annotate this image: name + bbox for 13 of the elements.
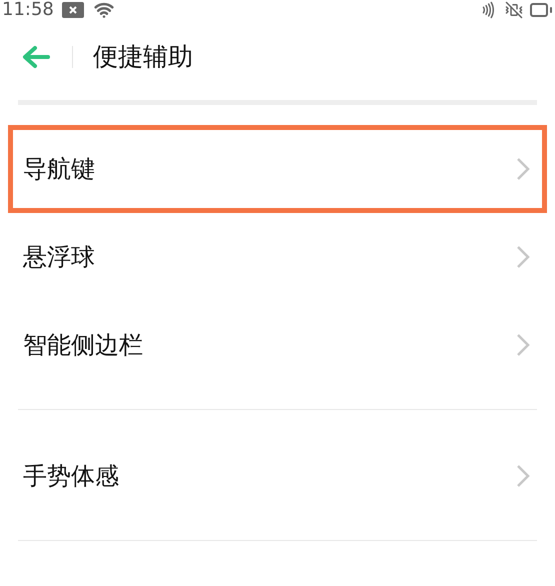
status-time: 11:58 xyxy=(2,1,54,19)
vibrate-off-icon xyxy=(505,1,523,19)
settings-item[interactable]: 导航键 xyxy=(8,125,547,213)
settings-item[interactable]: 智能侧边栏 xyxy=(8,301,547,389)
chevron-right-icon xyxy=(516,245,530,269)
page-title: 便捷辅助 xyxy=(93,41,193,74)
wifi-icon xyxy=(94,0,114,20)
chevron-right-icon xyxy=(516,333,530,357)
chevron-right-icon xyxy=(516,157,530,181)
settings-item[interactable]: 手势体感 xyxy=(8,432,547,520)
back-icon[interactable] xyxy=(22,45,50,69)
settings-item[interactable]: 悬浮球 xyxy=(8,213,547,301)
chevron-right-icon xyxy=(516,464,530,488)
